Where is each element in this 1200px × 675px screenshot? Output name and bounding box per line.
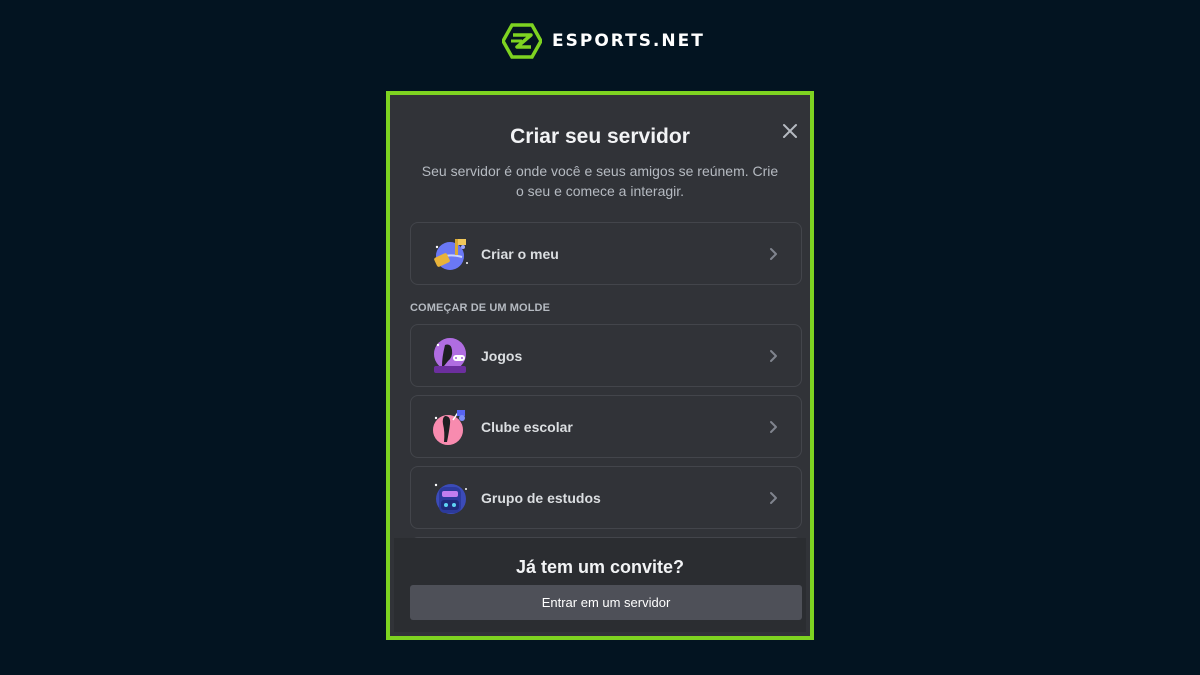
chevron-right-icon — [770, 420, 777, 433]
invite-footer: Já tem um convite? Entrar em um servidor — [394, 538, 806, 632]
globe-flag-icon — [434, 238, 468, 270]
chevron-right-icon — [770, 247, 777, 260]
template-option-jogos[interactable]: Jogos — [410, 324, 802, 387]
template-label-jogos: Jogos — [481, 347, 523, 364]
modal-subtitle: Seu servidor é onde você e seus amigos s… — [421, 163, 779, 199]
template-section-label: COMEÇAR DE UM MOLDE — [410, 302, 551, 314]
modal-title: Criar seu servidor — [510, 125, 690, 148]
chevron-right-icon — [770, 491, 777, 504]
study-group-icon — [434, 483, 467, 514]
highlight-frame: Criar seu servidor Seu servidor é onde v… — [386, 91, 814, 640]
create-server-modal: Criar seu servidor Seu servidor é onde v… — [394, 99, 806, 632]
template-option-grupo-de-estudos[interactable]: Grupo de estudos — [410, 466, 802, 529]
brand-name: ESPORTS.NET — [552, 31, 705, 51]
create-own-label: Criar o meu — [481, 245, 559, 262]
brand-header: ESPORTS.NET — [502, 22, 705, 60]
template-label-clube-escolar: Clube escolar — [481, 418, 573, 435]
gaming-icon — [434, 337, 466, 373]
create-own-option[interactable]: Criar o meu — [410, 222, 802, 285]
school-club-icon — [433, 409, 465, 445]
page: ESPORTS.NET Criar seu servidor Seu servi… — [0, 0, 1200, 675]
invite-title: Já tem um convite? — [515, 557, 685, 577]
join-server-button[interactable]: Entrar em um servidor — [410, 585, 802, 620]
template-label-grupo-de-estudos: Grupo de estudos — [481, 489, 601, 506]
template-option-clube-escolar[interactable]: Clube escolar — [410, 395, 802, 458]
chevron-right-icon — [770, 349, 777, 362]
esports-logo-icon — [502, 23, 542, 59]
